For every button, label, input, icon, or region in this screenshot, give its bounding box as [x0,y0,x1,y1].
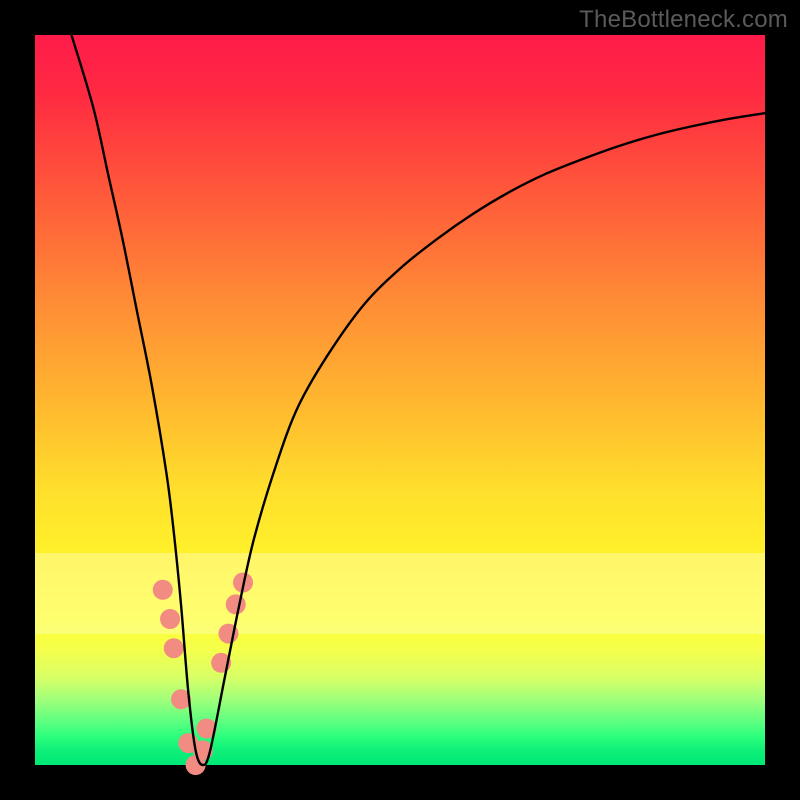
marker-dot [153,580,173,600]
marker-dot [226,594,246,614]
chart-frame: TheBottleneck.com [0,0,800,800]
marker-dot [164,638,184,658]
marker-dot [160,609,180,629]
plot-area [35,35,765,765]
watermark-text: TheBottleneck.com [579,6,788,34]
marker-dots-group [153,573,253,776]
chart-svg [35,35,765,765]
